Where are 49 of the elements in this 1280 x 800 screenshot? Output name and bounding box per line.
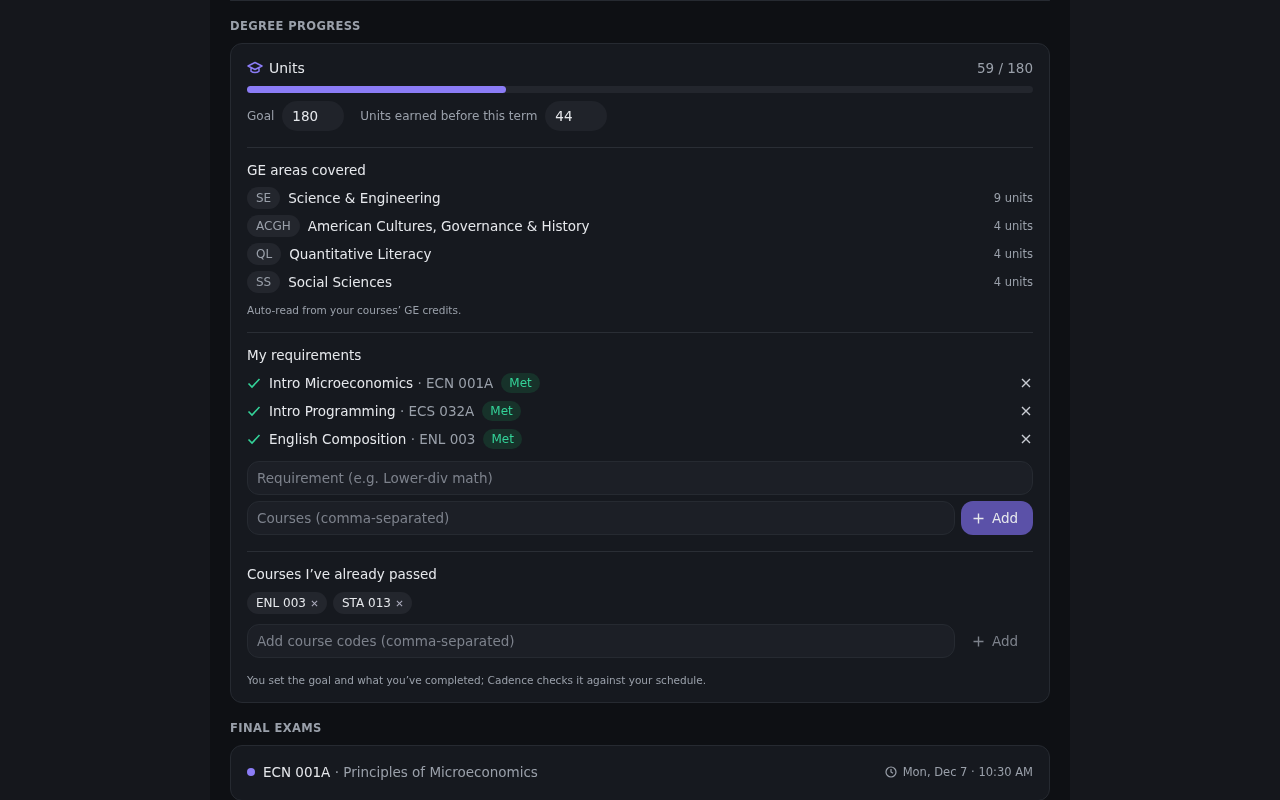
status-badge: Met <box>501 373 540 393</box>
remove-icon[interactable] <box>395 599 403 607</box>
area-tag: QL <box>247 243 282 265</box>
remove-button[interactable] <box>1019 432 1033 446</box>
requirement-text: Intro Microeconomics · ECN 001A <box>269 375 494 391</box>
area-units: 9 units <box>993 191 1033 205</box>
area-name: American Cultures, Governance & History <box>307 218 590 234</box>
area-units: 4 units <box>993 247 1033 261</box>
goal-field[interactable]: 180 <box>282 101 345 131</box>
ge-title: GE areas covered <box>247 162 367 178</box>
graduation-cap-icon <box>247 61 263 75</box>
area-units: 4 units <box>993 275 1033 289</box>
courses-field[interactable]: Courses (comma-separated) <box>247 501 955 535</box>
area-tag: SS <box>247 271 281 293</box>
ge-note: Auto-read from your courses’ GE credits. <box>247 304 463 316</box>
course-chip[interactable]: ENL 003 <box>247 592 327 614</box>
remove-button[interactable] <box>1019 404 1033 418</box>
earned-label: Units earned before this term <box>360 109 538 123</box>
area-tag: ACGH <box>247 215 300 237</box>
goal-label: Goal <box>247 109 275 123</box>
status-badge: Met <box>483 429 522 449</box>
units-reading: 59 / 180 <box>976 60 1033 76</box>
area-name: Science & Engineering <box>288 190 441 206</box>
requirement-text: Intro Programming · ECS 032A <box>269 403 475 419</box>
passed-title: Courses I’ve already passed <box>247 566 438 582</box>
exam-time: Mon, Dec 7 · 10:30 AM <box>902 765 1033 779</box>
remove-button[interactable] <box>1019 376 1033 390</box>
add-button[interactable]: Add <box>961 624 1033 658</box>
units-title: Units <box>269 60 305 76</box>
requirement-text: English Composition · ENL 003 <box>269 431 476 447</box>
clock-icon <box>884 766 897 778</box>
section-heading: FINAL EXAMS <box>230 720 323 737</box>
exam-course: ECN 001A · Principles of Microeconomics <box>263 764 538 780</box>
footnote: You set the goal and what you’ve completed; Cadence checks it against your schedule. <box>247 674 708 686</box>
plus-icon <box>973 512 984 524</box>
add-button[interactable]: Add <box>961 501 1033 535</box>
earned-field[interactable]: 44 <box>545 101 608 131</box>
area-name: Social Sciences <box>288 274 392 290</box>
section-heading: DEGREE PROGRESS <box>230 18 362 35</box>
requirements-title: My requirements <box>247 347 363 363</box>
plus-icon <box>973 635 984 647</box>
area-units: 4 units <box>993 219 1033 233</box>
remove-icon[interactable] <box>310 599 318 607</box>
requirement-field[interactable]: Requirement (e.g. Lower-div math) <box>247 461 1033 495</box>
course-codes-field[interactable]: Add course codes (comma-separated) <box>247 624 955 658</box>
status-badge: Met <box>482 401 521 421</box>
area-name: Quantitative Literacy <box>289 246 432 262</box>
area-tag: SE <box>247 187 281 209</box>
course-chip[interactable]: STA 013 <box>332 592 412 614</box>
